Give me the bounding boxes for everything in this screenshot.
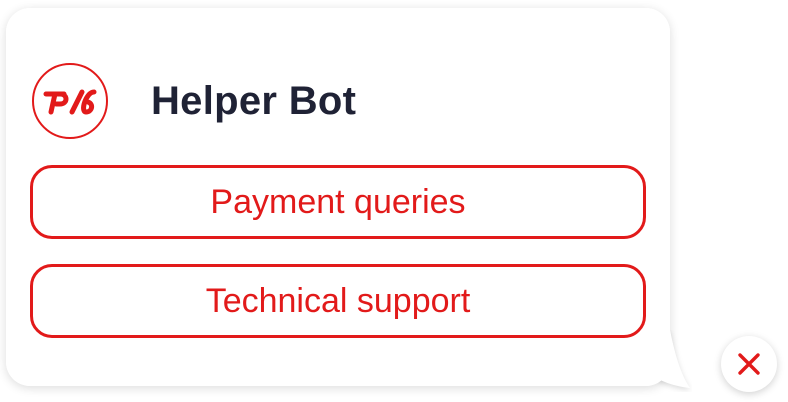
chat-title: Helper Bot [151, 78, 357, 123]
close-button[interactable] [721, 336, 777, 392]
chat-widget: Helper Bot Payment queries Technical sup… [0, 0, 788, 402]
payment-queries-button[interactable]: Payment queries [30, 165, 646, 239]
technical-support-button[interactable]: Technical support [30, 264, 646, 338]
close-icon [738, 353, 760, 375]
chat-header: Helper Bot [32, 61, 356, 141]
rzd-logo-icon [32, 63, 108, 139]
